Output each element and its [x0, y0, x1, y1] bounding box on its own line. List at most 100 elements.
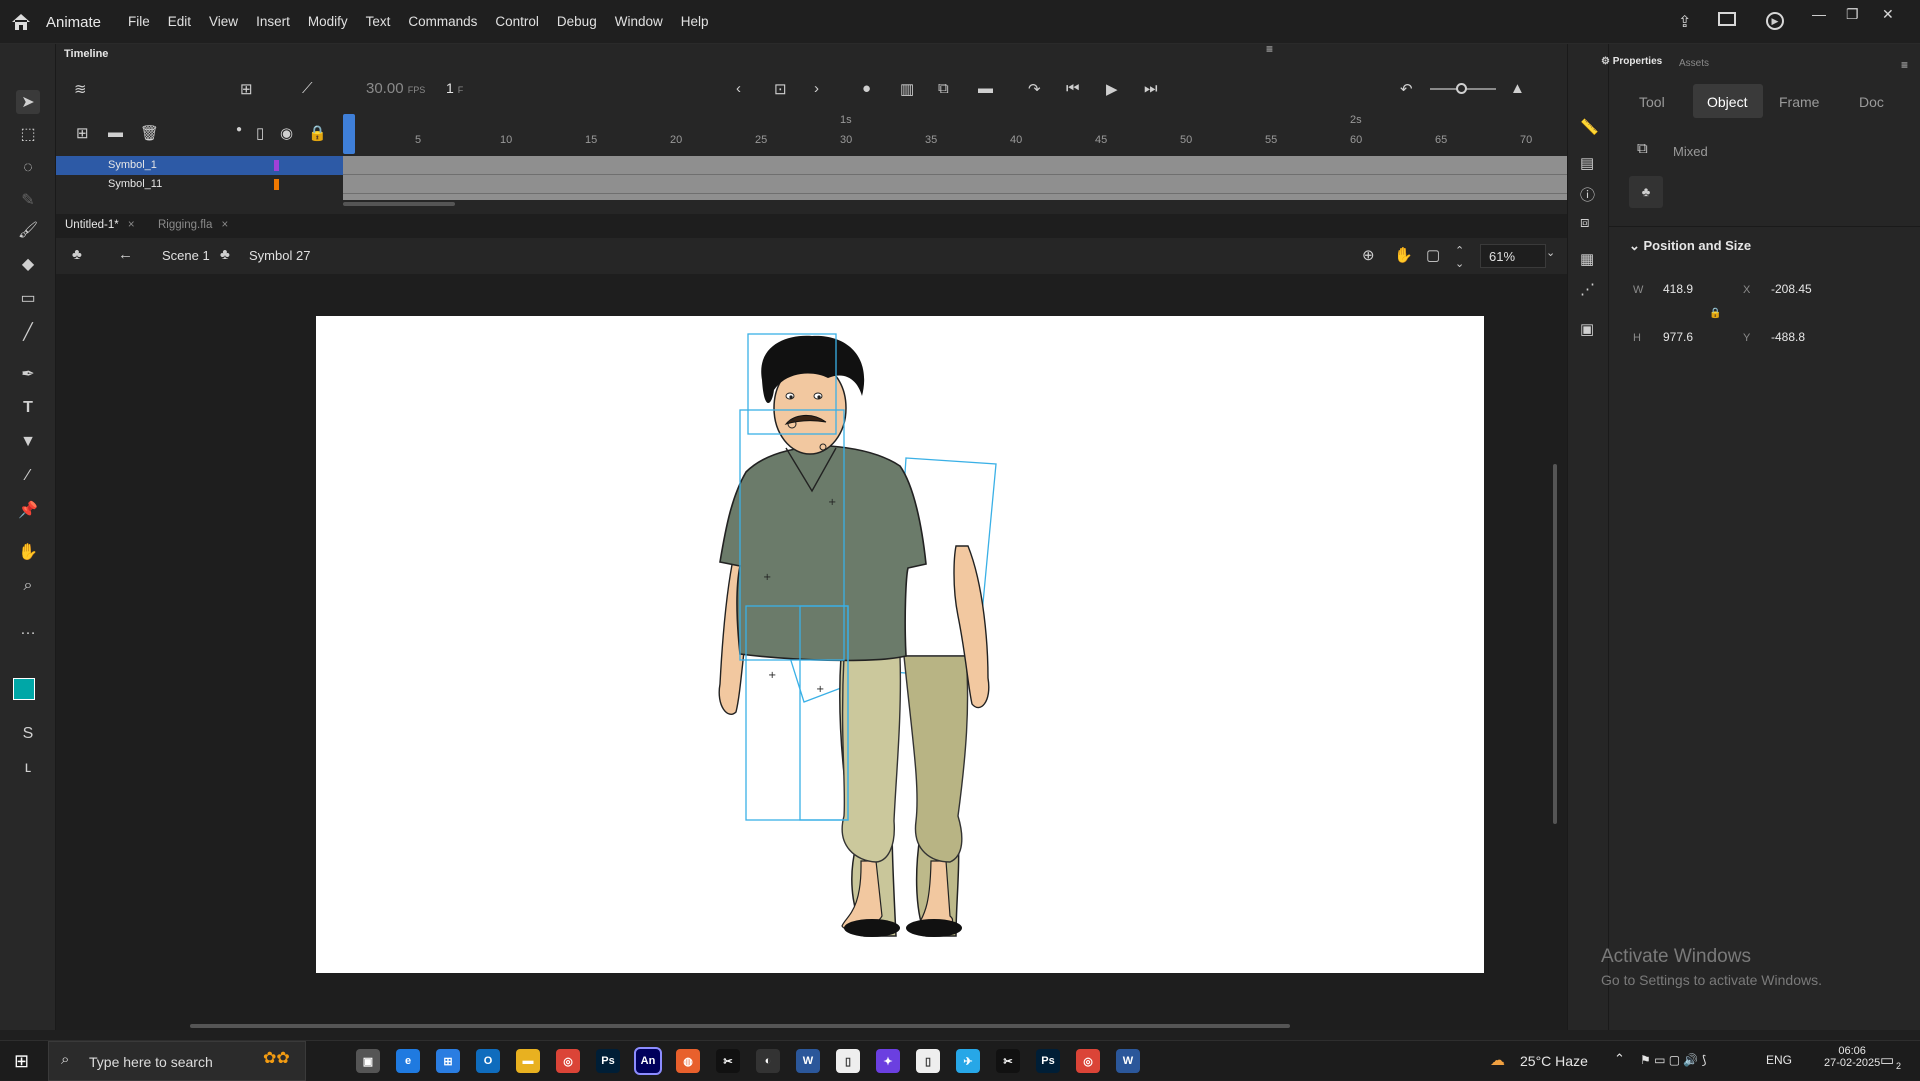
menu-commands[interactable]: Commands — [408, 14, 477, 29]
taskbar-capcut-icon[interactable]: ✂ — [716, 1049, 740, 1073]
taskbar-app-generic-icon[interactable]: ◍ — [676, 1049, 700, 1073]
x-field[interactable]: -208.45 — [1771, 282, 1812, 296]
menu-view[interactable]: View — [209, 14, 238, 29]
width-field[interactable]: 418.9 — [1663, 282, 1693, 296]
tab-doc[interactable]: Doc — [1859, 94, 1884, 110]
pen-tool-icon[interactable]: ✒ — [16, 362, 40, 386]
next-keyframe-icon[interactable]: › — [814, 80, 819, 97]
breadcrumb-scene[interactable]: Scene 1 — [162, 248, 210, 263]
hierarchy-icon[interactable]: ⊞ — [240, 80, 253, 98]
character-rig[interactable]: + + + + — [316, 316, 1484, 973]
edit-multiple-frames-icon[interactable]: ▥ — [900, 80, 914, 98]
clip-icon[interactable]: ▢ — [1426, 246, 1440, 264]
timeline-scrollbar[interactable] — [343, 202, 455, 206]
share-icon[interactable]: ⇪ — [1678, 12, 1691, 32]
minimize-button[interactable]: — — [1812, 6, 1826, 22]
bone-tool-icon[interactable]: ✎ — [16, 188, 40, 212]
language-indicator[interactable]: ENG — [1766, 1053, 1792, 1067]
layers-icon[interactable]: ≋ — [74, 80, 87, 98]
playhead[interactable] — [343, 114, 355, 154]
eraser-tool-icon[interactable]: ◆ — [16, 252, 40, 276]
tab-rigging[interactable]: Rigging.fla × — [158, 219, 228, 231]
tab-tool[interactable]: Tool — [1639, 94, 1665, 110]
taskbar-word-icon[interactable]: W — [796, 1049, 820, 1073]
timeline-zoom-slider[interactable] — [1430, 83, 1496, 94]
tab-frame[interactable]: Frame — [1779, 94, 1819, 110]
taskbar-file-icon[interactable]: ▯ — [836, 1049, 860, 1073]
taskbar-chrome2-icon[interactable]: ◎ — [1076, 1049, 1100, 1073]
transform-icon[interactable]: ⧈ — [1580, 214, 1590, 231]
layer-row[interactable]: Symbol_1 — [56, 156, 343, 175]
align-icon[interactable]: ▤ — [1580, 154, 1594, 172]
layout-icon[interactable] — [1718, 12, 1736, 26]
menu-insert[interactable]: Insert — [256, 14, 290, 29]
home-icon[interactable] — [10, 12, 32, 32]
fill-color-swatch[interactable] — [13, 678, 35, 700]
outline-icon[interactable]: ▯ — [256, 124, 264, 142]
tab-object[interactable]: Object — [1707, 94, 1747, 110]
menu-debug[interactable]: Debug — [557, 14, 597, 29]
zoom-field[interactable]: 61% — [1480, 244, 1546, 268]
stage[interactable]: + + + + — [316, 316, 1484, 973]
menu-modify[interactable]: Modify — [308, 14, 348, 29]
back-arrow-icon[interactable]: ← — [118, 246, 133, 263]
eyedropper-icon[interactable]: ⁄ — [16, 464, 40, 488]
close-tab-icon[interactable]: × — [222, 219, 229, 231]
visibility-icon[interactable]: ◉ — [280, 124, 293, 142]
step-back-icon[interactable]: ⏮ — [1066, 80, 1080, 97]
lock-icon[interactable]: 🔒 — [308, 124, 327, 142]
free-transform-tool-icon[interactable]: ⬚ — [16, 122, 40, 146]
menu-file[interactable]: File — [128, 14, 150, 29]
center-stage-icon[interactable]: ⊕ — [1362, 246, 1375, 264]
menu-window[interactable]: Window — [615, 14, 663, 29]
layer-row[interactable]: Symbol_11 — [56, 175, 343, 194]
step-forward-icon[interactable]: ⏭ — [1144, 80, 1158, 97]
slider-thumb[interactable] — [1456, 83, 1467, 94]
taskbar-telegram-icon[interactable]: ✈ — [956, 1049, 980, 1073]
taskbar-outlook-icon[interactable]: O — [476, 1049, 500, 1073]
close-button[interactable]: ✕ — [1882, 6, 1894, 23]
pin-icon[interactable]: 📌 — [16, 498, 40, 522]
frame-span[interactable] — [343, 175, 1613, 194]
smooth-icon[interactable]: S — [16, 722, 40, 746]
chevron-up-icon[interactable]: ⌃ — [1614, 1051, 1625, 1067]
hand-tool-icon[interactable]: ✋ — [16, 540, 40, 564]
frame-ruler[interactable]: 5 10 15 20 25 30 35 40 45 50 55 60 65 70 1s 2s — [343, 110, 1613, 154]
windows-start-icon[interactable]: ⊞ — [14, 1051, 29, 1072]
taskbar-file2-icon[interactable]: ▯ — [916, 1049, 940, 1073]
height-field[interactable]: 977.6 — [1663, 330, 1693, 344]
components-icon[interactable]: ▣ — [1580, 320, 1594, 338]
brush-tool-icon[interactable]: 🖌 — [16, 218, 40, 242]
chevron-down-icon[interactable]: ⌄ — [1546, 246, 1555, 259]
taskbar-capcut2-icon[interactable]: ✂ — [996, 1049, 1020, 1073]
straighten-icon[interactable]: ʟ — [16, 756, 40, 780]
clock[interactable]: 06:06 27-02-2025 — [1824, 1045, 1880, 1069]
selection-tool-icon[interactable]: ➤ — [16, 90, 40, 114]
taskbar-chrome-icon[interactable]: ◎ — [556, 1049, 580, 1073]
zoom-stepper[interactable]: ⌃ ⌄ — [1455, 244, 1464, 270]
highlight-dot-icon[interactable]: ● — [236, 124, 242, 135]
library-icon[interactable]: ▦ — [1580, 250, 1594, 268]
new-folder-icon[interactable]: ▬ — [108, 124, 123, 141]
lasso-tool-icon[interactable]: ◌ — [16, 156, 40, 180]
taskbar-photoshop2-icon[interactable]: Ps — [1036, 1049, 1060, 1073]
paint-bucket-icon[interactable]: ▼ — [16, 430, 40, 454]
panel-menu-icon[interactable]: ≡ — [1266, 42, 1273, 56]
taskbar-edge-icon[interactable]: e — [396, 1049, 420, 1073]
notification-icon[interactable]: ▭ — [1880, 1051, 1894, 1069]
play-icon[interactable]: ▶ — [1106, 80, 1118, 98]
menu-edit[interactable]: Edit — [168, 14, 191, 29]
edit-symbols-icon[interactable]: ♣ — [72, 246, 82, 263]
undo-zoom-icon[interactable]: ↶ — [1400, 80, 1413, 98]
tab-properties[interactable]: ⚙ Properties — [1601, 56, 1662, 67]
weather-text[interactable]: 25°C Haze — [1520, 1053, 1588, 1069]
taskbar-obs-icon[interactable]: ◐ — [756, 1049, 780, 1073]
vertical-scrollbar[interactable] — [1553, 464, 1557, 824]
fit-frames-icon[interactable]: ▲ — [1510, 80, 1525, 97]
graph-icon[interactable]: ⟋ — [302, 80, 313, 97]
y-field[interactable]: -488.8 — [1771, 330, 1805, 344]
tray-icons[interactable]: ⚑ ▭ ▢ 🔊 ⟆ — [1640, 1053, 1706, 1067]
taskbar-word2-icon[interactable]: W — [1116, 1049, 1140, 1073]
tab-assets[interactable]: Assets — [1679, 58, 1709, 69]
menu-text[interactable]: Text — [366, 14, 391, 29]
